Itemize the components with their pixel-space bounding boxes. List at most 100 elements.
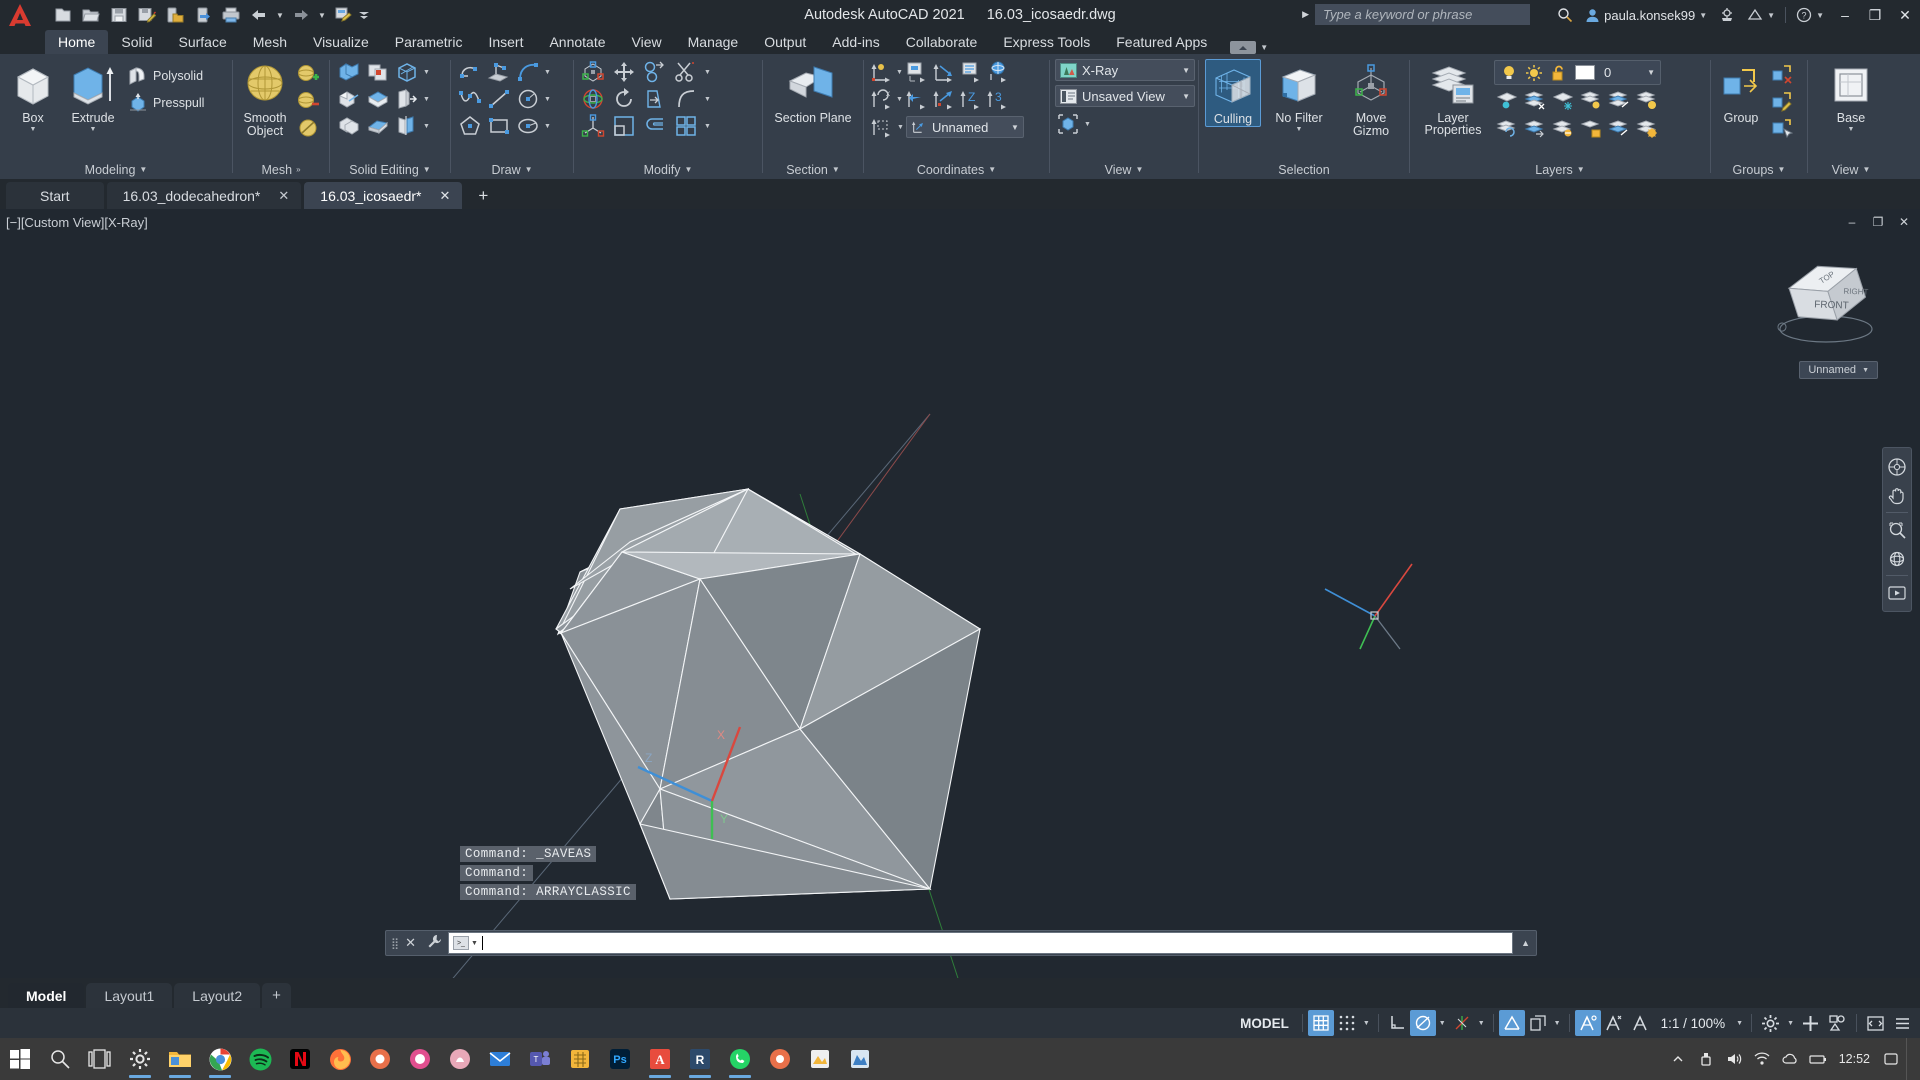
tray-show-hidden-chevron-up-icon[interactable]: [1665, 1038, 1691, 1080]
subtract-icon[interactable]: [365, 59, 391, 85]
named-view-chevron-down-icon[interactable]: ▼: [1182, 92, 1190, 101]
ellipse-icon[interactable]: [515, 113, 541, 139]
viewport-config-icon[interactable]: [1055, 111, 1081, 137]
visual-style-chevron-down-icon[interactable]: ▼: [1182, 66, 1190, 75]
object-snap-toggle[interactable]: [1498, 1010, 1525, 1036]
arc-flyout-icon[interactable]: ▼: [544, 59, 554, 85]
account-chevron-down-icon[interactable]: ▼: [1699, 11, 1707, 20]
panel-title-solid-editing[interactable]: Solid Editing ▼: [330, 160, 450, 179]
redo-button[interactable]: [288, 3, 314, 27]
layout-tab-layout2[interactable]: Layout2: [174, 983, 261, 1008]
modify-flyout-3-icon[interactable]: ▼: [704, 113, 716, 139]
autodesk-chevron-down-icon[interactable]: ▼: [1767, 11, 1775, 20]
ucs-indicator-pill[interactable]: Unnamed ▼: [1799, 361, 1878, 379]
ucs-origin-icon[interactable]: [869, 59, 895, 85]
solid-editing-flyout-3-icon[interactable]: ▼: [423, 113, 433, 139]
spline-icon[interactable]: [457, 86, 483, 112]
polar-settings-chevron-down-icon[interactable]: ▼: [1436, 1020, 1449, 1027]
layer-off-icon[interactable]: [1550, 87, 1576, 113]
3d-rotate-icon[interactable]: [580, 86, 606, 112]
app-pink-icon[interactable]: [360, 1038, 400, 1080]
panel-title-mesh[interactable]: Mesh»: [233, 160, 329, 179]
section-plane-button[interactable]: Section Plane: [770, 59, 856, 125]
annotation-visibility-toggle[interactable]: [1574, 1010, 1601, 1036]
lightbulb-on-icon[interactable]: [1498, 62, 1520, 83]
app-manager-button[interactable]: [1713, 0, 1741, 30]
undo-dropdown-icon[interactable]: ▼: [274, 3, 286, 27]
command-line-grip-icon[interactable]: ⣿: [386, 937, 400, 950]
panel-title-modify[interactable]: Modify ▼: [574, 160, 762, 179]
doc-tab-new-button[interactable]: +: [466, 182, 500, 209]
named-view-combo[interactable]: Unsaved View ▼: [1055, 85, 1195, 107]
firefox-icon[interactable]: [320, 1038, 360, 1080]
panel-title-modeling[interactable]: Modeling ▼: [0, 160, 232, 179]
onedrive-icon[interactable]: [1777, 1038, 1803, 1080]
ribbon-tab-express-tools[interactable]: Express Tools: [990, 30, 1103, 54]
rotate-icon[interactable]: [611, 86, 637, 112]
panel-section-chevron-icon[interactable]: ▼: [832, 165, 840, 174]
ribbon-tab-parametric[interactable]: Parametric: [382, 30, 476, 54]
refine-mesh-icon[interactable]: [295, 115, 321, 141]
panel-title-layers[interactable]: Layers ▼: [1410, 160, 1710, 179]
layer-isolate-icon[interactable]: [1494, 87, 1520, 113]
smooth-more-icon[interactable]: [295, 61, 321, 87]
plot-button[interactable]: [218, 3, 244, 27]
view-cube[interactable]: FRONT RIGHT TOP: [1764, 247, 1894, 357]
usb-icon[interactable]: [1693, 1038, 1719, 1080]
doc-tab-icosaedr[interactable]: 16.03_icosaedr* ✕: [304, 182, 463, 209]
help-button[interactable]: ? ▼: [1790, 0, 1830, 30]
mail-icon[interactable]: [480, 1038, 520, 1080]
group-selection-icon[interactable]: [1769, 115, 1795, 141]
ribbon-tab-annotate[interactable]: Annotate: [536, 30, 618, 54]
command-line-close-icon[interactable]: ✕: [400, 935, 421, 951]
doc-tab-start[interactable]: Start: [6, 182, 104, 209]
zoom-extents-icon[interactable]: [1883, 515, 1911, 544]
layer-color-swatch[interactable]: [1573, 62, 1597, 83]
ucs-rotate-flyout-icon[interactable]: ▼: [896, 96, 903, 103]
panel-title-section[interactable]: Section ▼: [763, 160, 863, 179]
ribbon-tab-manage[interactable]: Manage: [675, 30, 752, 54]
box-button[interactable]: Box ▼: [4, 59, 62, 133]
presspull-button[interactable]: Presspull: [124, 90, 207, 115]
ribbon-tab-collaborate[interactable]: Collaborate: [893, 30, 991, 54]
help-chevron-down-icon[interactable]: ▼: [1816, 11, 1824, 20]
full-navigation-wheel-icon[interactable]: [1883, 452, 1911, 481]
ucs-origin-flyout-icon[interactable]: ▼: [896, 69, 903, 76]
autocad-logo-icon[interactable]: [0, 0, 40, 30]
windows-start-icon[interactable]: [0, 1038, 40, 1080]
3d-move-icon[interactable]: [580, 59, 606, 85]
ucs-world-icon[interactable]: [985, 59, 1011, 85]
culling-button[interactable]: Culling: [1205, 59, 1261, 127]
panel-title-selection[interactable]: Selection: [1199, 160, 1409, 179]
battery-icon[interactable]: [1805, 1038, 1831, 1080]
ellipse-flyout-icon[interactable]: ▼: [544, 113, 554, 139]
ribbon-tab-mesh[interactable]: Mesh: [240, 30, 300, 54]
thicken-icon[interactable]: [336, 113, 362, 139]
notification-center-icon[interactable]: [1878, 1038, 1904, 1080]
app-yellow-icon[interactable]: [800, 1038, 840, 1080]
smooth-object-button[interactable]: Smooth Object: [237, 59, 293, 138]
ucs-object-icon[interactable]: [869, 114, 895, 140]
annotation-scale-toggle[interactable]: [1627, 1010, 1653, 1036]
ucs-object-flyout-icon[interactable]: ▼: [897, 124, 904, 131]
annotation-scale-label[interactable]: 1:1 / 100%: [1653, 1016, 1734, 1031]
sheets-icon[interactable]: [560, 1038, 600, 1080]
workspace-switching-button[interactable]: [1757, 1010, 1784, 1036]
polygon-icon[interactable]: [457, 113, 483, 139]
box-dropdown-icon[interactable]: ▼: [30, 126, 37, 133]
ribbon-tab-visualize[interactable]: Visualize: [300, 30, 382, 54]
taskbar-settings-icon[interactable]: [120, 1038, 160, 1080]
spotify-icon[interactable]: [240, 1038, 280, 1080]
arc-icon[interactable]: [515, 59, 541, 85]
minimize-button[interactable]: –: [1830, 0, 1860, 30]
extend-icon[interactable]: [642, 86, 668, 112]
model-space-label[interactable]: MODEL: [1232, 1016, 1297, 1031]
layout-tab-layout1[interactable]: Layout1: [86, 983, 173, 1008]
publish-button[interactable]: [330, 3, 356, 27]
open-from-web-button[interactable]: [162, 3, 188, 27]
imprint-icon[interactable]: [394, 113, 420, 139]
doc-tab-icosaedr-close-icon[interactable]: ✕: [439, 188, 450, 204]
network-icon[interactable]: [1749, 1038, 1775, 1080]
ribbon-tab-solid[interactable]: Solid: [108, 30, 165, 54]
object-snap-tracking-toggle[interactable]: [1449, 1010, 1475, 1036]
